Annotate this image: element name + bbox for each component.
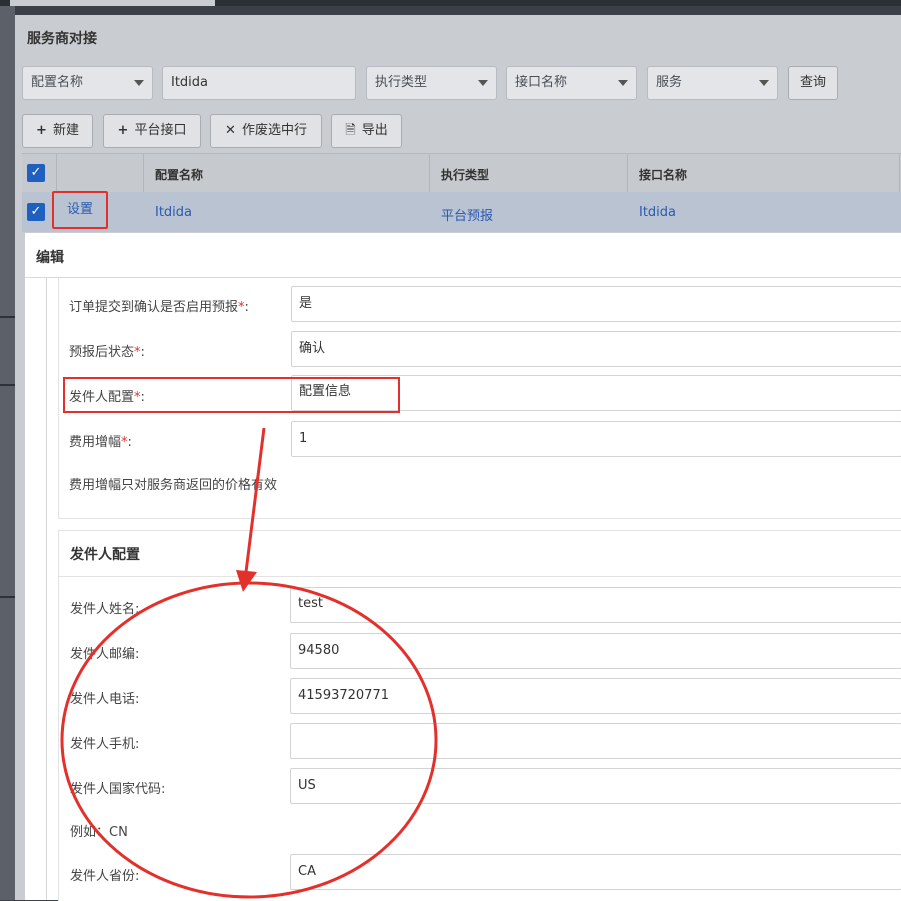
column-divider [143,154,144,192]
exec-type-select[interactable]: 执行类型 [366,66,497,100]
sender-zip-input[interactable]: 94580 [290,633,901,669]
chevron-down-icon [759,80,769,86]
field-value: 94580 [298,643,340,658]
gutter-divider [0,596,15,598]
gutter-divider [0,316,15,318]
config-name-select-label: 配置名称 [31,75,84,90]
service-select[interactable]: 服务 [647,66,778,100]
sender-province-input[interactable]: CA [290,854,901,890]
field-value: CA [298,864,316,879]
post-forecast-status-input[interactable]: 确认 [291,331,901,367]
sender-phone-input[interactable]: 41593720771 [290,678,901,714]
new-button[interactable]: + 新建 [22,114,93,148]
top-strip-tab [10,0,215,6]
row-exec-type: 平台预报 [441,209,494,224]
sender-config-section: 发件人配置 发件人姓名: test 发件人邮编: 94580 发件人电话: 41… [58,530,901,901]
plus-icon: + [36,123,47,138]
field-label: 费用增幅*: [69,435,132,450]
column-divider [899,154,900,192]
row-interface-name: Itdida [639,205,677,220]
exec-type-select-label: 执行类型 [375,75,428,90]
left-gutter [0,6,15,900]
sender-section-title: 发件人配置 [70,547,140,563]
panel-title: 服务商对接 [27,31,97,47]
service-select-label: 服务 [656,75,683,90]
modal-left-border [46,278,47,900]
fee-hint: 费用增幅只对服务商返回的价格有效 [69,478,278,493]
query-button-label: 查询 [799,75,826,90]
void-selected-button-label: 作废选中行 [241,123,307,138]
platform-interface-button-label: 平台接口 [134,123,187,138]
sender-country-input[interactable]: US [290,768,901,804]
annotation-highlight-box [63,377,400,413]
close-icon: ✕ [225,123,236,138]
config-name-select[interactable]: 配置名称 [22,66,153,100]
column-divider [627,154,628,192]
field-value: 41593720771 [298,688,389,703]
field-value: test [298,596,323,611]
field-value: 1 [299,431,308,446]
config-name-input[interactable]: Itdida [162,66,356,100]
field-value: 确认 [299,341,326,356]
modal-title: 编辑 [36,250,64,266]
export-button-label: 导出 [361,123,388,138]
void-selected-button[interactable]: ✕ 作废选中行 [210,114,322,148]
config-name-input-value: Itdida [171,75,209,90]
chevron-down-icon [134,80,144,86]
country-hint: 例如：CN [70,825,128,840]
sender-name-input[interactable]: test [290,587,901,623]
column-divider [56,154,57,192]
platform-interface-button[interactable]: + 平台接口 [103,114,201,148]
field-label: 发件人电话: [70,692,140,707]
query-button[interactable]: 查询 [788,66,838,100]
select-all-checkbox[interactable]: ✓ [27,164,45,182]
settings-link[interactable]: 设置 [52,191,108,229]
field-label: 发件人手机: [70,737,140,752]
field-value: US [298,778,316,793]
header-config-name[interactable]: 配置名称 [155,166,203,183]
edit-modal: 编辑 订单提交到确认是否启用预报*: 是 预报后状态*: 确认 发件人配置*: … [25,233,901,901]
modal-header: 编辑 [25,233,901,278]
header-exec-type[interactable]: 执行类型 [441,166,489,183]
plus-icon: + [117,123,129,138]
table-header: ✓ 配置名称 执行类型 接口名称 [22,153,901,193]
chevron-down-icon [618,80,628,86]
chevron-down-icon [478,80,488,86]
table-row[interactable]: ✓ Itdida 平台预报 Itdida [22,192,901,232]
sender-mobile-input[interactable] [290,723,901,759]
header-interface-name[interactable]: 接口名称 [639,166,687,183]
settings-link-label: 设置 [67,202,94,217]
export-button[interactable]: 🗎 导出 [331,114,402,148]
enable-forecast-input[interactable]: 是 [291,286,901,322]
top-strip [0,0,901,6]
fee-increase-input[interactable]: 1 [291,421,901,457]
gutter-divider [0,384,15,386]
field-label: 预报后状态*: [69,345,145,360]
field-label: 发件人国家代码: [70,782,166,797]
field-label: 发件人省份: [70,869,140,884]
field-label: 订单提交到确认是否启用预报*: [69,300,249,315]
field-label: 发件人邮编: [70,647,140,662]
field-value: 是 [299,296,313,311]
excel-file-icon: 🗎 [345,123,356,138]
interface-name-select-label: 接口名称 [515,75,568,90]
section-divider [59,576,901,577]
new-button-label: 新建 [52,123,79,138]
field-label: 发件人姓名: [70,602,140,617]
row-checkbox[interactable]: ✓ [27,203,45,221]
modal-body: 订单提交到确认是否启用预报*: 是 预报后状态*: 确认 发件人配置*: 配置信… [25,278,901,901]
interface-name-select[interactable]: 接口名称 [506,66,637,100]
row-config-name: Itdida [155,205,193,220]
column-divider [429,154,430,192]
